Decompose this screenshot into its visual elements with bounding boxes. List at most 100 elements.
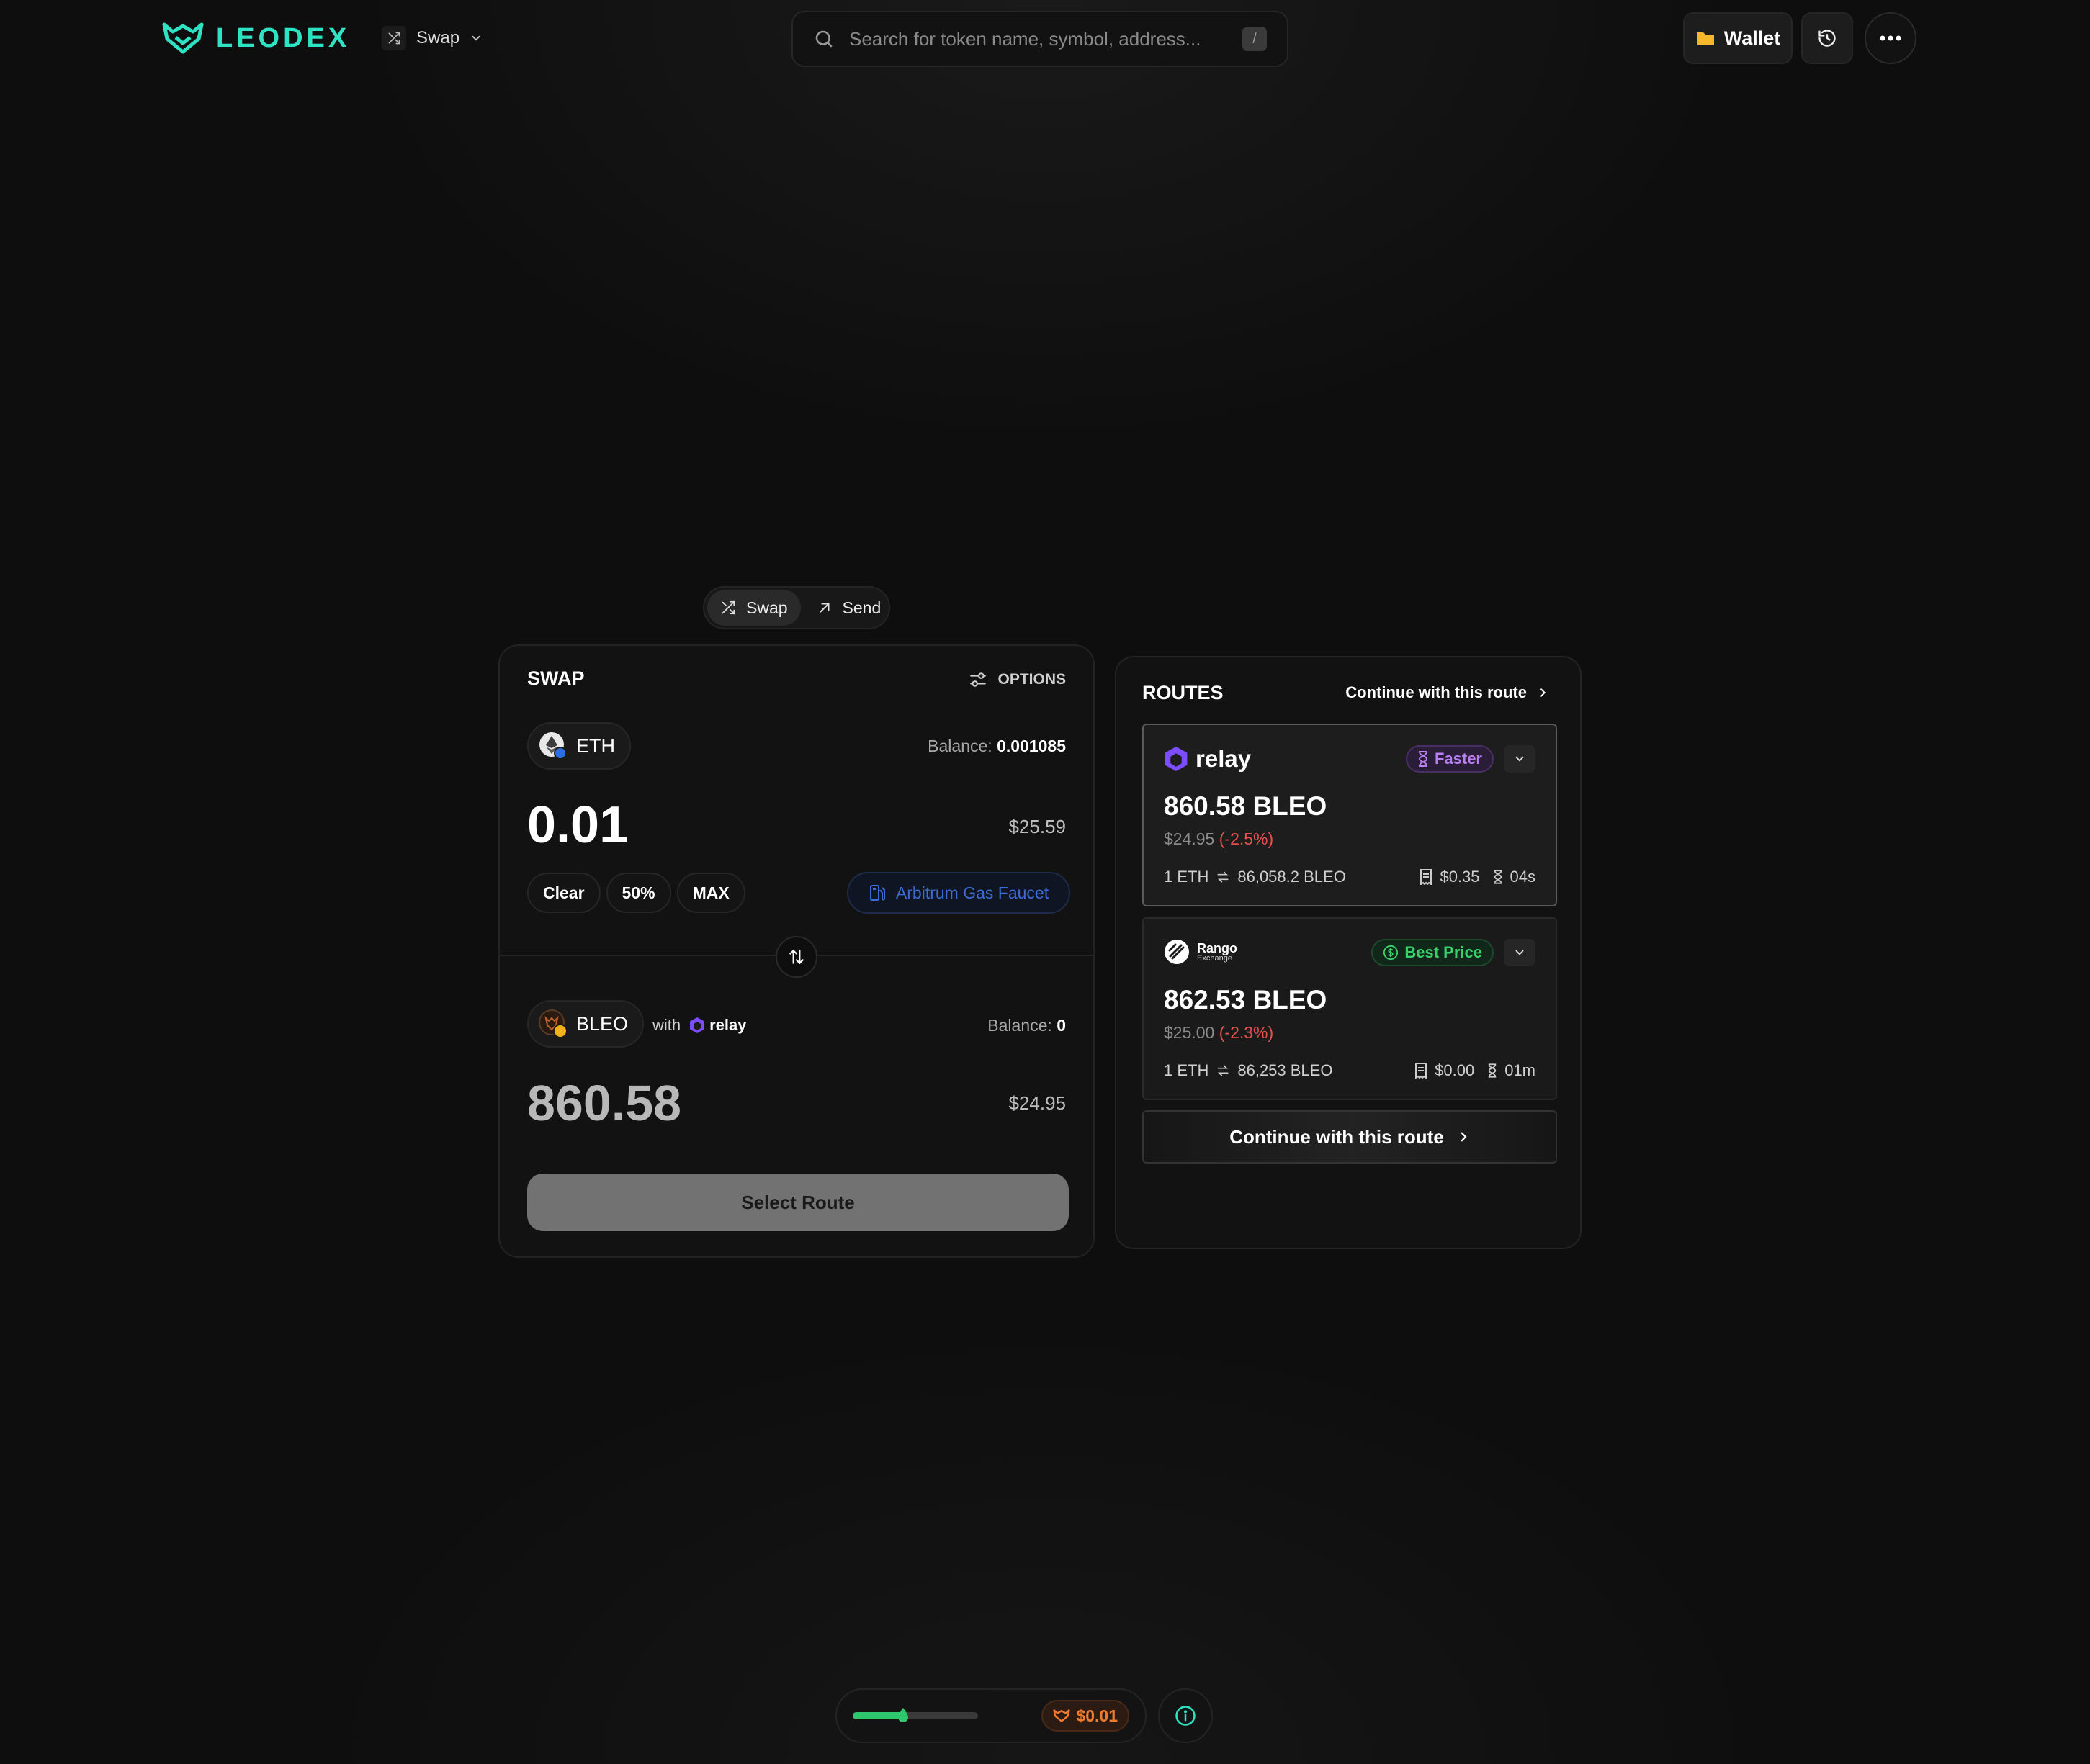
route-price-impact: (-2.3%) <box>1219 1023 1274 1042</box>
route-fee: $0.00 <box>1435 1061 1475 1079</box>
route-badges: Faster <box>1405 745 1535 773</box>
info-icon <box>1175 1706 1196 1726</box>
wallet-button[interactable]: Wallet <box>1683 12 1793 64</box>
route-usd: $25.00 (-2.3%) <box>1164 1023 1273 1043</box>
hourglass-icon <box>1488 1063 1497 1078</box>
swap-title: SWAP <box>527 667 585 689</box>
folder-icon <box>1696 32 1714 45</box>
route-provider-name: Rango <box>1197 940 1237 955</box>
from-token-selector[interactable]: ETH <box>527 722 631 770</box>
hourglass-icon <box>1494 870 1502 884</box>
chevron-down-icon <box>472 35 480 41</box>
arrows-exchange-icon <box>1217 1065 1229 1076</box>
chevron-down-icon <box>1515 756 1524 762</box>
route-provider-indicator: with relay <box>652 1016 747 1035</box>
rango-wordmark: Rango Exchange <box>1197 942 1237 963</box>
tab-swap[interactable]: Swap <box>707 590 801 626</box>
to-token-selector[interactable]: BLEO <box>527 1000 645 1048</box>
history-button[interactable] <box>1801 12 1853 64</box>
route-meta: $0.00 01m <box>1414 1061 1535 1080</box>
route-rate: 1 ETH 86,058.2 BLEO <box>1164 868 1346 886</box>
route-price-impact: (-2.5%) <box>1219 829 1274 848</box>
leo-price: $0.01 <box>1076 1706 1118 1725</box>
quick-amount-buttons: Clear 50% MAX <box>527 873 745 913</box>
best-price-badge: Best Price <box>1371 939 1494 966</box>
shuffle-icon <box>722 600 735 615</box>
select-route-button[interactable]: Select Route <box>527 1174 1069 1231</box>
more-icon <box>1880 35 1901 41</box>
gas-faucet-label: Arbitrum Gas Faucet <box>895 883 1049 902</box>
route-rate: 1 ETH 86,253 BLEO <box>1164 1061 1332 1080</box>
half-button[interactable]: 50% <box>606 873 671 913</box>
route-badges: Best Price <box>1371 939 1535 966</box>
from-usd-value: $25.59 <box>1008 816 1066 837</box>
info-button[interactable] <box>1158 1688 1213 1743</box>
leo-price-badge[interactable]: $0.01 <box>1041 1700 1129 1732</box>
route-usd-value: $24.95 <box>1164 829 1215 848</box>
tab-send[interactable]: Send <box>804 590 894 626</box>
route-expand-button[interactable] <box>1504 939 1535 966</box>
chevron-down-icon <box>1515 950 1524 955</box>
rate-from: 1 ETH <box>1164 868 1209 886</box>
sliders-icon <box>970 672 987 687</box>
brand-name: LEODEX <box>216 22 351 53</box>
from-balance: Balance: 0.001085 <box>928 737 1066 756</box>
receipt-icon <box>1415 1063 1427 1079</box>
route-usd-value: $25.00 <box>1164 1023 1215 1042</box>
to-balance-label: Balance: <box>987 1016 1052 1035</box>
search-icon <box>815 30 833 48</box>
chevron-right-icon <box>1540 688 1546 697</box>
from-amount-input[interactable] <box>527 796 815 855</box>
route-option-relay[interactable]: relay Faster 860.58 BLEO $24.95 (-2.5%) … <box>1142 724 1557 906</box>
to-usd-value: $24.95 <box>1008 1092 1066 1114</box>
to-amount: 860.58 <box>527 1075 682 1131</box>
dollar-circle-icon <box>1383 945 1399 960</box>
swap-vertical-icon <box>789 949 804 965</box>
clear-button[interactable]: Clear <box>527 873 601 913</box>
more-button[interactable] <box>1865 12 1916 64</box>
history-icon <box>1818 30 1836 47</box>
best-price-label: Best Price <box>1404 943 1482 961</box>
routes-card: ROUTES Continue with this route relay Fa… <box>1115 656 1582 1249</box>
route-option-rango[interactable]: Rango Exchange Best Price 862.53 BLEO $2… <box>1142 917 1557 1100</box>
routes-title: ROUTES <box>1142 682 1224 703</box>
options-label: OPTIONS <box>997 671 1066 688</box>
swap-direction-button[interactable] <box>776 936 817 978</box>
status-bar: $0.01 <box>835 1688 1147 1743</box>
route-amount: 862.53 BLEO <box>1164 985 1327 1014</box>
swap-card: SWAP OPTIONS ETH Balance: 0.001085 $25.5… <box>498 644 1095 1258</box>
rate-to: 86,058.2 BLEO <box>1237 868 1346 886</box>
relay-icon <box>690 1017 705 1033</box>
search-input[interactable] <box>849 27 1228 50</box>
route-time: 01m <box>1504 1061 1535 1079</box>
gas-meter-fill <box>853 1712 903 1719</box>
rango-icon <box>1165 940 1189 964</box>
continue-route-link[interactable]: Continue with this route <box>1345 683 1548 702</box>
route-time: 04s <box>1510 868 1535 886</box>
route-fee: $0.35 <box>1440 868 1480 886</box>
mode-selector[interactable]: Swap <box>382 24 483 52</box>
continue-route-button-label: Continue with this route <box>1229 1125 1444 1148</box>
route-expand-button[interactable] <box>1504 745 1535 773</box>
route-provider-sub: Exchange <box>1197 953 1232 963</box>
route-meta: $0.35 04s <box>1420 868 1535 886</box>
route-amount: 860.58 BLEO <box>1164 791 1327 821</box>
tab-swap-label: Swap <box>746 598 788 617</box>
arrows-exchange-icon <box>1217 871 1229 883</box>
wallet-label: Wallet <box>1723 27 1781 49</box>
search-bar[interactable]: / <box>791 11 1288 67</box>
continue-route-button[interactable]: Continue with this route <box>1142 1110 1557 1164</box>
to-balance: Balance: 0 <box>987 1016 1066 1035</box>
options-button[interactable]: OPTIONS <box>969 670 1066 689</box>
route-provider: Rango Exchange <box>1164 939 1237 965</box>
rate-from: 1 ETH <box>1164 1061 1209 1079</box>
max-button[interactable]: MAX <box>676 873 745 913</box>
hourglass-icon <box>1418 751 1427 767</box>
brand-logo[interactable]: LEODEX <box>161 20 350 56</box>
receipt-icon <box>1420 869 1432 885</box>
faster-badge: Faster <box>1405 745 1494 773</box>
leodex-logo-icon <box>162 22 204 54</box>
eth-icon <box>539 732 567 760</box>
gas-faucet-button[interactable]: Arbitrum Gas Faucet <box>847 872 1070 914</box>
to-balance-value: 0 <box>1057 1016 1066 1035</box>
